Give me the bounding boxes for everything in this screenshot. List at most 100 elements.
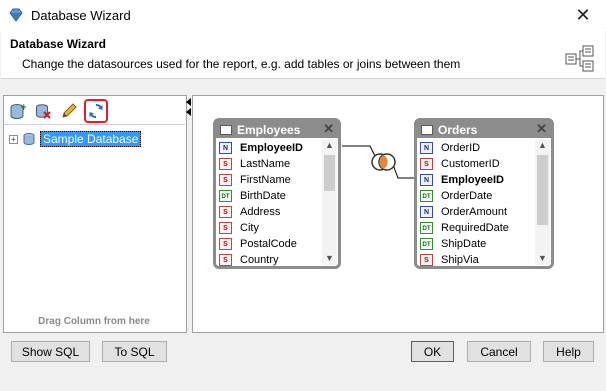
table-header[interactable]: Employees ✕ <box>216 121 338 138</box>
column-name: ShipDate <box>441 238 487 250</box>
wizard-header: Database Wizard Change the datasources u… <box>1 31 605 79</box>
column-type-dt-icon: DT <box>420 222 433 234</box>
datasource-toolbar: + <box>4 97 186 124</box>
vertical-scrollbar[interactable]: ▲ ▼ <box>535 140 550 265</box>
column-name: ShipVia <box>441 254 479 266</box>
column-type-s-icon: S <box>219 222 232 234</box>
table-title: Orders <box>438 122 478 137</box>
column-type-s-icon: S <box>420 254 433 266</box>
column-name: PostalCode <box>240 238 297 250</box>
delete-icon <box>36 103 51 119</box>
column-name: Country <box>240 254 279 266</box>
column-type-s-icon: S <box>219 206 232 218</box>
table-column-row[interactable]: DT BirthDate <box>219 188 321 204</box>
column-name: BirthDate <box>240 190 286 202</box>
header-description: Change the datasources used for the repo… <box>22 57 461 71</box>
table-employees[interactable]: Employees ✕ N EmployeeID S LastName S FirstNa… <box>213 118 341 269</box>
table-column-row[interactable]: S CustomerID <box>420 156 534 172</box>
add-datasource-icon: + <box>10 103 26 119</box>
table-column-row[interactable]: S City <box>219 220 321 236</box>
column-type-dt-icon: DT <box>219 190 232 202</box>
table-column-row[interactable]: S PostalCode <box>219 236 321 252</box>
column-name: FirstName <box>240 174 291 186</box>
column-list: N EmployeeID S LastName S FirstName DT BirthDat… <box>219 140 321 268</box>
column-name: CustomerID <box>441 158 500 170</box>
table-column-row[interactable]: S ShipVia <box>420 252 534 268</box>
table-column-row[interactable]: N OrderAmount <box>420 204 534 220</box>
tree-expander[interactable]: + <box>9 134 18 144</box>
svg-text:+: + <box>20 103 26 113</box>
window-title: Database Wizard <box>31 8 131 23</box>
table-column-row[interactable]: S LastName <box>219 156 321 172</box>
table-column-row[interactable]: N EmployeeID <box>219 140 321 156</box>
drag-column-hint: Drag Column from here <box>38 316 150 327</box>
table-column-row[interactable]: DT RequiredDate <box>420 220 534 236</box>
table-column-row[interactable]: S Address <box>219 204 321 220</box>
column-type-n-icon: N <box>420 174 433 186</box>
column-type-s-icon: S <box>219 174 232 186</box>
table-icon <box>220 124 232 135</box>
scroll-up-arrow-icon[interactable]: ▲ <box>322 140 337 152</box>
table-column-row[interactable]: DT OrderDate <box>420 188 534 204</box>
collapse-left-arrow-icon[interactable] <box>186 98 191 106</box>
column-type-dt-icon: DT <box>420 190 433 202</box>
scroll-down-arrow-icon[interactable]: ▼ <box>535 253 550 265</box>
refresh-icon <box>89 103 103 118</box>
column-name: Address <box>240 206 281 218</box>
scroll-thumb[interactable] <box>537 155 548 225</box>
column-type-dt-icon: DT <box>420 238 433 250</box>
column-name: LastName <box>240 158 291 170</box>
column-name: RequiredDate <box>441 222 509 234</box>
join-connector[interactable] <box>340 140 420 185</box>
refresh-datasource-button[interactable] <box>84 98 108 123</box>
column-name: OrderID <box>441 142 481 154</box>
column-name: OrderDate <box>441 190 493 202</box>
column-type-s-icon: S <box>219 238 232 250</box>
app-gem-icon <box>9 8 23 22</box>
header-title: Database Wizard <box>10 37 106 51</box>
delete-datasource-button[interactable] <box>32 100 54 122</box>
close-window-button[interactable]: ✕ <box>560 0 606 31</box>
scroll-up-arrow-icon[interactable]: ▲ <box>535 140 550 152</box>
table-title: Employees <box>237 122 301 137</box>
table-column-row[interactable]: N OrderID <box>420 140 534 156</box>
table-header[interactable]: Orders ✕ <box>417 121 551 138</box>
column-type-n-icon: N <box>219 142 232 154</box>
datasource-diagram-icon <box>565 45 594 72</box>
table-orders[interactable]: Orders ✕ N OrderID S CustomerID N EmployeeID D… <box>414 118 554 269</box>
edit-icon <box>62 102 77 118</box>
close-table-button[interactable]: ✕ <box>323 121 334 137</box>
column-name: City <box>240 222 259 234</box>
table-column-row[interactable]: S Country <box>219 252 321 268</box>
column-type-n-icon: N <box>420 206 433 218</box>
title-bar: Database Wizard ✕ <box>0 0 606 31</box>
column-type-n-icon: N <box>420 142 433 154</box>
scroll-down-arrow-icon[interactable]: ▼ <box>322 253 337 265</box>
toolbar-divider <box>4 124 185 125</box>
show-sql-button[interactable]: Show SQL <box>11 341 90 362</box>
collapse-left-arrow-icon-2[interactable] <box>186 108 191 116</box>
table-column-row[interactable]: DT ShipDate <box>420 236 534 252</box>
column-name: EmployeeID <box>441 174 504 186</box>
add-datasource-button[interactable]: + <box>6 100 28 122</box>
help-button[interactable]: Help <box>543 341 594 362</box>
table-column-row[interactable]: S FirstName <box>219 172 321 188</box>
column-name: EmployeeID <box>240 142 303 154</box>
column-list: N OrderID S CustomerID N EmployeeID DT OrderDat… <box>420 140 534 268</box>
column-name: OrderAmount <box>441 206 508 218</box>
ok-button[interactable]: OK <box>411 341 454 362</box>
scroll-thumb[interactable] <box>324 155 335 191</box>
table-column-row[interactable]: N EmployeeID <box>420 172 534 188</box>
column-type-s-icon: S <box>420 158 433 170</box>
table-icon <box>421 124 433 135</box>
to-sql-button[interactable]: To SQL <box>102 341 167 362</box>
cancel-button[interactable]: Cancel <box>467 341 531 362</box>
column-type-s-icon: S <box>219 254 232 266</box>
vertical-scrollbar[interactable]: ▲ ▼ <box>322 140 337 265</box>
tree-item-sample-database[interactable]: + Sample Database <box>9 131 142 147</box>
close-table-button[interactable]: ✕ <box>536 121 547 137</box>
database-icon <box>23 133 35 145</box>
edit-datasource-button[interactable] <box>58 100 80 122</box>
column-type-s-icon: S <box>219 158 232 170</box>
tree-item-label[interactable]: Sample Database <box>40 131 142 147</box>
